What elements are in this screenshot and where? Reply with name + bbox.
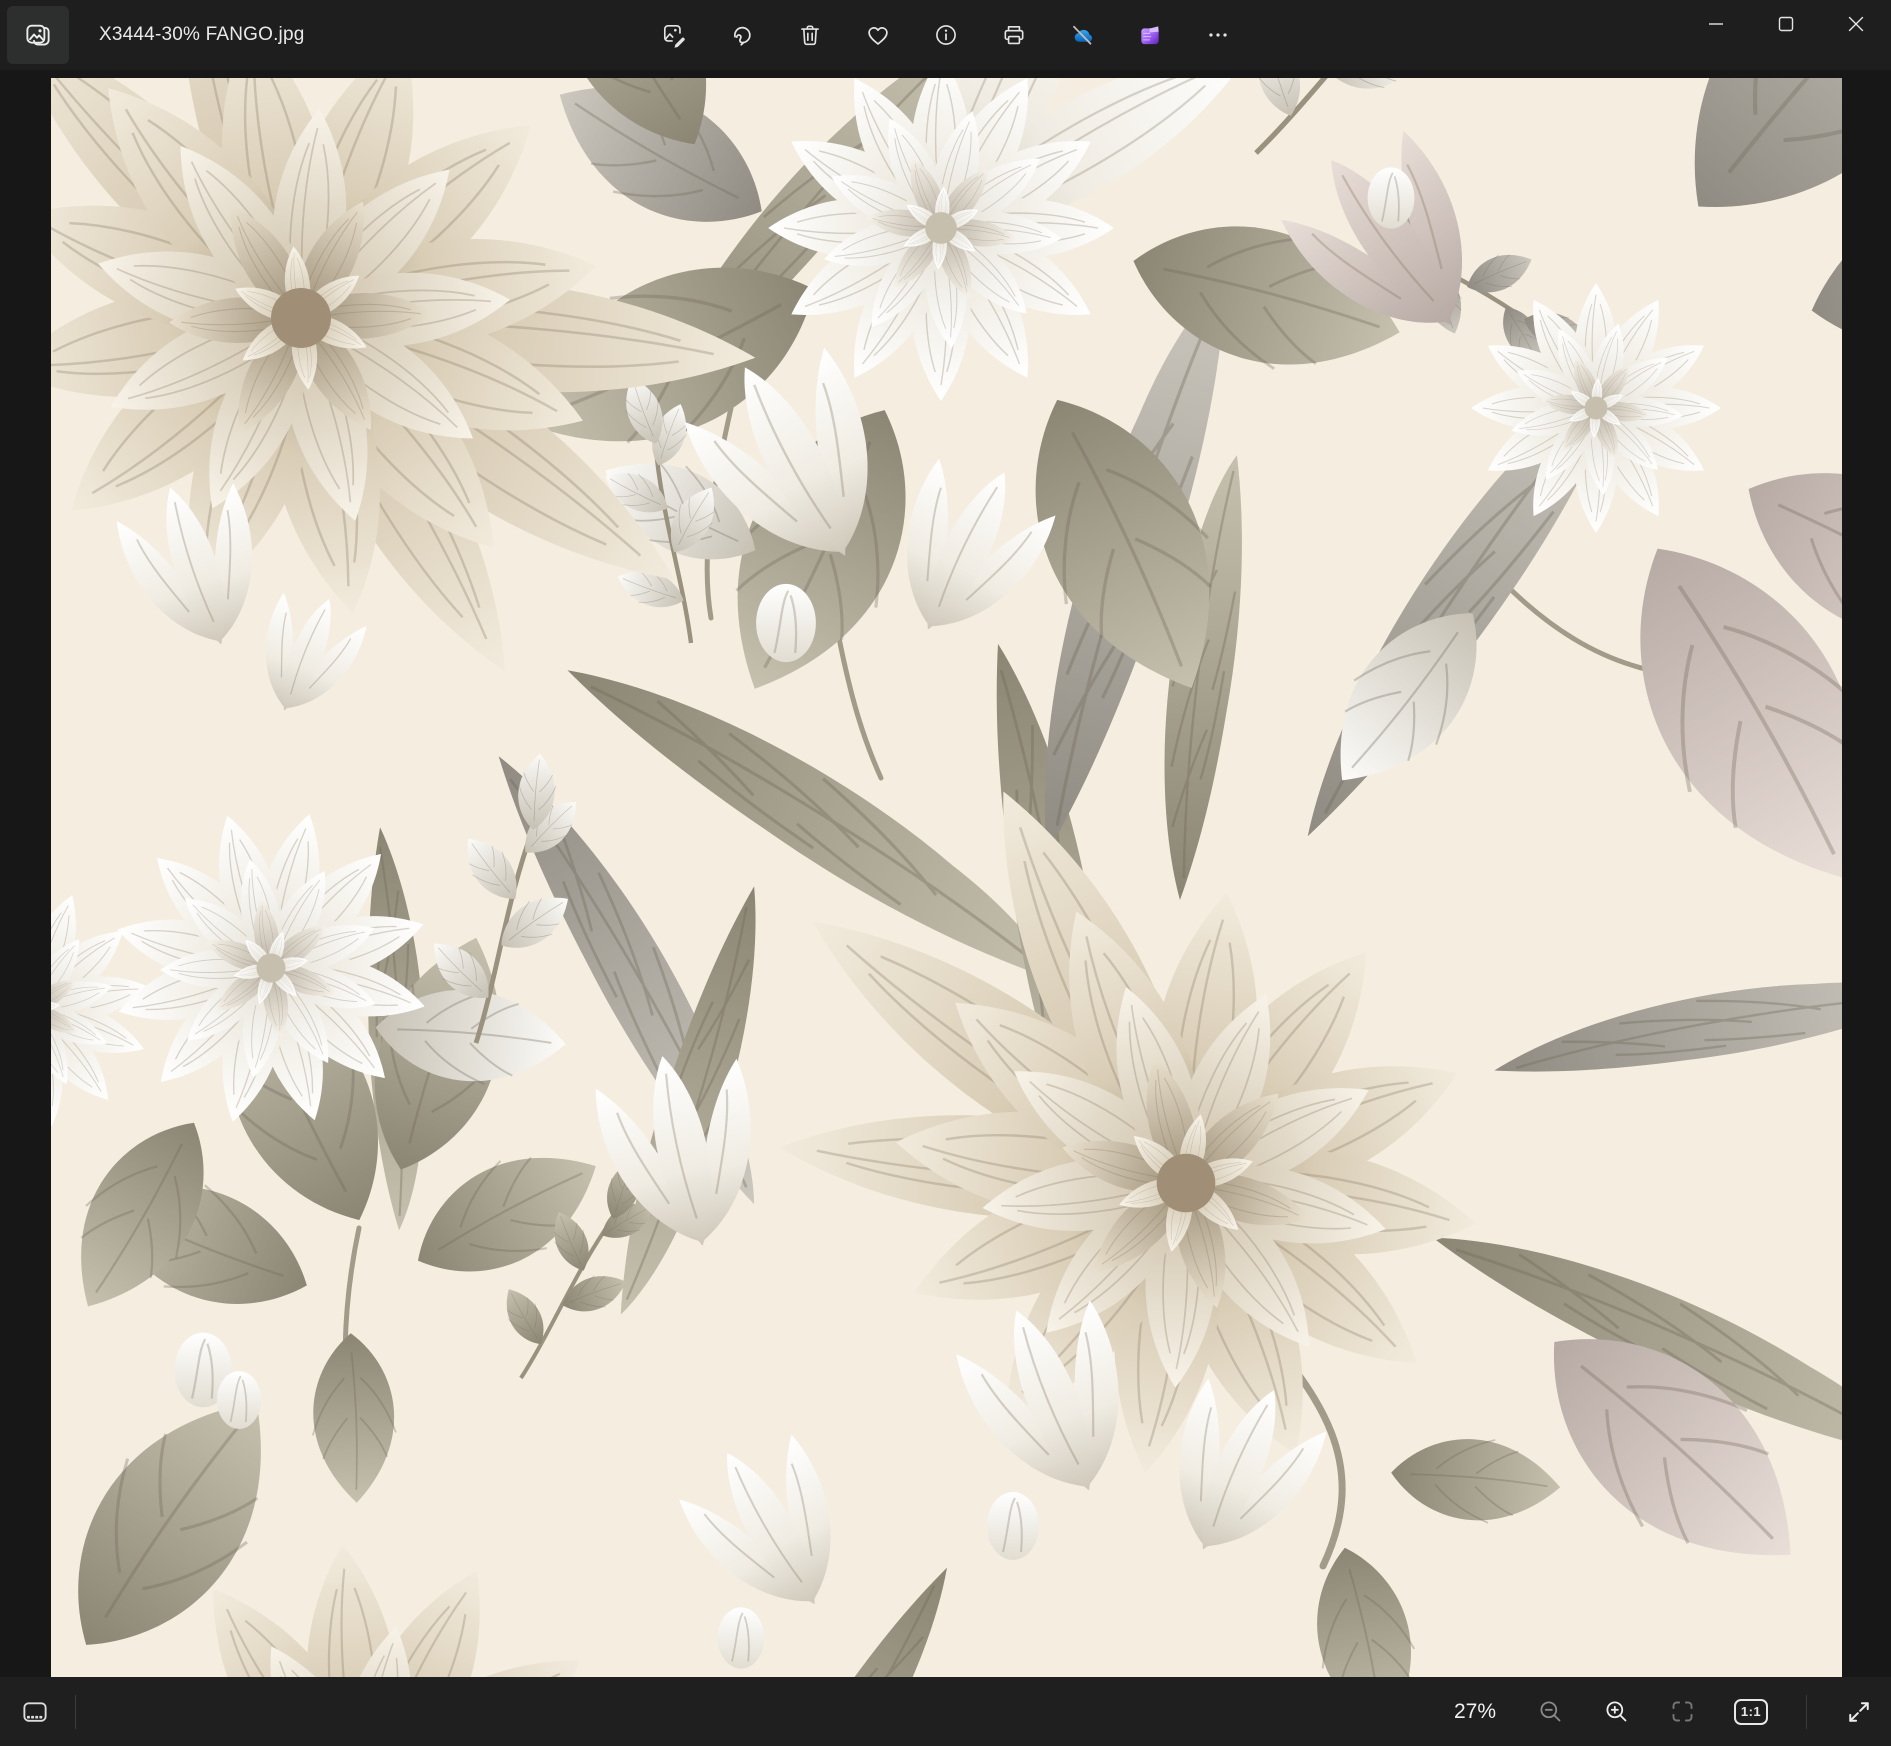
- minimize-icon: [1705, 13, 1727, 35]
- window-title: X3444-30% FANGO.jpg: [99, 0, 305, 70]
- toolbar: [661, 0, 1231, 70]
- image-viewport[interactable]: [51, 78, 1842, 1677]
- print-icon: [1001, 22, 1027, 48]
- print-button[interactable]: [1001, 22, 1027, 48]
- onedrive-unavailable-icon: [1069, 21, 1095, 49]
- favorite-button[interactable]: [865, 22, 891, 48]
- info-button[interactable]: [933, 22, 959, 48]
- rotate-icon: [729, 22, 755, 48]
- see-more-button[interactable]: [1205, 22, 1231, 48]
- statusbar-right: 27%: [1452, 1677, 1873, 1746]
- fullscreen-button[interactable]: [1845, 1698, 1873, 1726]
- edit-image-button[interactable]: [661, 22, 687, 48]
- info-icon: [933, 22, 959, 48]
- photos-app-icon: [23, 20, 53, 50]
- fullscreen-icon: [1845, 1698, 1873, 1726]
- zoom-in-icon: [1603, 1698, 1630, 1725]
- rotate-button[interactable]: [729, 22, 755, 48]
- filmstrip-toggle-button[interactable]: [12, 1689, 58, 1735]
- favorite-heart-icon: [865, 22, 891, 48]
- delete-button[interactable]: [797, 22, 823, 48]
- filmstrip-toggle-icon: [20, 1697, 50, 1727]
- zoom-out-button[interactable]: [1536, 1698, 1564, 1726]
- statusbar-left: [12, 1677, 76, 1746]
- photos-app-logo-tile[interactable]: [7, 6, 69, 64]
- see-more-ellipsis-icon: [1205, 22, 1231, 48]
- minimize-button[interactable]: [1681, 0, 1751, 48]
- edit-image-icon: [661, 22, 687, 48]
- title-bar: X3444-30% FANGO.jpg: [0, 0, 1891, 70]
- statusbar-divider-left: [75, 1695, 76, 1729]
- floral-pattern-image: [51, 78, 1842, 1677]
- zoom-out-icon: [1537, 1698, 1564, 1725]
- close-icon: [1845, 13, 1867, 35]
- maximize-button[interactable]: [1751, 0, 1821, 48]
- clipchamp-icon: [1137, 22, 1163, 49]
- zoom-in-button[interactable]: [1602, 1698, 1630, 1726]
- status-bar: 27%: [0, 1677, 1891, 1746]
- maximize-icon: [1775, 13, 1797, 35]
- statusbar-divider-right: [1806, 1695, 1807, 1729]
- actual-size-button[interactable]: 1:1: [1734, 1699, 1768, 1725]
- fit-to-window-icon: [1669, 1698, 1696, 1725]
- delete-icon: [797, 22, 823, 48]
- onedrive-button[interactable]: [1069, 22, 1095, 48]
- close-button[interactable]: [1821, 0, 1891, 48]
- window-controls: [1681, 0, 1891, 48]
- clipchamp-button[interactable]: [1137, 22, 1163, 48]
- photos-app-window: X3444-30% FANGO.jpg: [0, 0, 1891, 1746]
- zoom-level-label: 27%: [1452, 1700, 1498, 1724]
- fit-to-window-button[interactable]: [1668, 1698, 1696, 1726]
